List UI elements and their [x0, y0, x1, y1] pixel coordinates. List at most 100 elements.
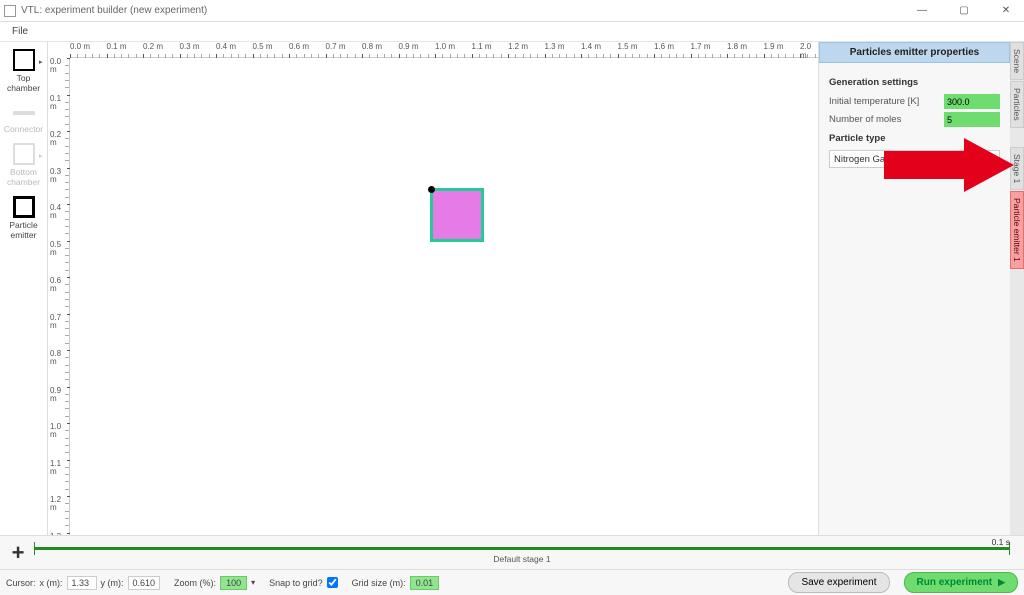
properties-panel: Particles emitter properties Generation … [818, 42, 1010, 535]
stage[interactable] [70, 58, 818, 535]
tool-particle-emitter[interactable]: Particleemitter [3, 193, 45, 246]
ruler-h-tick: 0.8 m [362, 42, 382, 51]
grid-size-value[interactable]: 0.01 [410, 576, 440, 590]
cursor-x-value: 1.33 [67, 576, 97, 590]
window-title: VTL: experiment builder (new experiment) [21, 5, 908, 16]
toolbox: ▸ Topchamber Connector ▸ Bottomchamber P… [0, 42, 48, 535]
app-icon [4, 5, 16, 17]
chevron-right-icon: ▸ [39, 152, 43, 160]
initial-temperature-label: Initial temperature [K] [829, 96, 944, 107]
tab-particle-emitter-1[interactable]: Particle emitter 1 [1010, 191, 1024, 269]
minimize-button[interactable]: — [908, 1, 936, 21]
ruler-h-tick: 1.0 m [435, 42, 455, 51]
ruler-v-tick: 0.2m [50, 131, 61, 147]
maximize-button[interactable]: ▢ [950, 1, 978, 21]
ruler-h-tick: 0.0 m [70, 42, 90, 51]
tab-stage-1[interactable]: Stage 1 [1010, 147, 1024, 190]
close-button[interactable]: ✕ [992, 1, 1020, 21]
particle-emitter-object[interactable] [430, 188, 484, 242]
menubar: File [0, 22, 1024, 42]
initial-temperature-input[interactable] [944, 94, 1000, 109]
tab-scene[interactable]: Scene [1010, 42, 1024, 80]
ruler-h-tick: 0.9 m [399, 42, 419, 51]
ruler-h-tick: 1.6 m [654, 42, 674, 51]
number-of-moles-input[interactable] [944, 112, 1000, 127]
ruler-h-tick: 0.2 m [143, 42, 163, 51]
ruler-h-tick: 1.9 m [764, 42, 784, 51]
ruler-h-tick: 0.6 m [289, 42, 309, 51]
chevron-right-icon: ▸ [39, 58, 43, 66]
timeline-stage-label: Default stage 1 [34, 554, 1010, 564]
ruler-v-tick: 1.2m [50, 496, 61, 512]
zoom-label: Zoom (%): [174, 578, 216, 588]
number-of-moles-label: Number of moles [829, 114, 944, 125]
connector-icon [13, 111, 35, 115]
ruler-h-tick: 1.2 m [508, 42, 528, 51]
ruler-h-tick: 0.4 m [216, 42, 236, 51]
ruler-h-tick: 0.1 m [107, 42, 127, 51]
properties-title: Particles emitter properties [819, 42, 1010, 63]
ruler-h-tick: 1.3 m [545, 42, 565, 51]
ruler-h-tick: 0.7 m [326, 42, 346, 51]
particle-emitter-icon [13, 196, 35, 218]
run-experiment-label: Run experiment [917, 577, 993, 588]
ruler-v-tick: 0.7m [50, 314, 61, 330]
bottom-chamber-icon [13, 143, 35, 165]
particle-type-value: Nitrogen Gas [834, 154, 890, 165]
grid-size-label: Grid size (m): [352, 578, 406, 588]
zoom-control: Zoom (%): 100 ▾ [174, 576, 255, 590]
ruler-h-tick: 1.4 m [581, 42, 601, 51]
ruler-v-tick: 1.1m [50, 460, 61, 476]
tab-particles[interactable]: Particles [1010, 81, 1024, 128]
ruler-v-tick: 0.3m [50, 168, 61, 184]
section-particle-type: Particle type [829, 133, 1000, 144]
ruler-h-tick: 0.3 m [180, 42, 200, 51]
side-tabs: Scene Particles Stage 1 Particle emitter… [1010, 42, 1024, 535]
cursor-label: Cursor: [6, 578, 36, 588]
menu-file[interactable]: File [4, 24, 36, 39]
timeline-time: 0.1 s [992, 537, 1010, 547]
timeline: + 0.1 s Default stage 1 [0, 535, 1024, 569]
tool-bottom-chamber[interactable]: ▸ Bottomchamber [3, 140, 45, 193]
window-titlebar: VTL: experiment builder (new experiment)… [0, 0, 1024, 22]
particle-type-select[interactable]: Nitrogen Gas [829, 150, 1000, 168]
top-chamber-icon [13, 49, 35, 71]
save-experiment-button[interactable]: Save experiment [788, 572, 889, 593]
section-generation-settings: Generation settings [829, 77, 1000, 88]
snap-label: Snap to grid? [269, 578, 323, 588]
ruler-h-tick: 1.5 m [618, 42, 638, 51]
ruler-v-tick: 0.6m [50, 277, 61, 293]
tool-label: Topchamber [3, 73, 45, 93]
ruler-v-tick: 0.8m [50, 350, 61, 366]
drag-handle[interactable] [428, 186, 435, 193]
statusbar: Cursor: x (m): 1.33 y (m): 0.610 Zoom (%… [0, 569, 1024, 595]
tool-connector[interactable]: Connector [3, 99, 45, 140]
window-controls: — ▢ ✕ [908, 1, 1020, 21]
ruler-v-tick: 0.1m [50, 95, 61, 111]
zoom-value[interactable]: 100 [220, 576, 247, 590]
ruler-vertical: 0.0m0.1m0.2m0.3m0.4m0.5m0.6m0.7m0.8m0.9m… [48, 58, 70, 535]
tool-label: Connector [3, 124, 45, 134]
cursor-readout: Cursor: x (m): 1.33 y (m): 0.610 [6, 576, 160, 590]
canvas[interactable]: 0.0 m 0.1 m 0.2 m 0.3 m 0.4 m 0.5 m 0.6 m 0.7 m… [48, 42, 818, 535]
main-area: ▸ Topchamber Connector ▸ Bottomchamber P… [0, 42, 1024, 535]
ruler-horizontal: 0.0 m 0.1 m 0.2 m 0.3 m 0.4 m 0.5 m 0.6 m 0.7 m… [70, 42, 818, 58]
ruler-h-tick: 0.5 m [253, 42, 273, 51]
ruler-v-tick: 0.9m [50, 387, 61, 403]
cursor-y-label: y (m): [101, 578, 124, 588]
timeline-track[interactable]: 0.1 s Default stage 1 [34, 539, 1010, 567]
ruler-h-tick: 1.1 m [472, 42, 492, 51]
cursor-y-value: 0.610 [128, 576, 161, 590]
cursor-x-label: x (m): [40, 578, 63, 588]
ruler-v-tick: 0.4m [50, 204, 61, 220]
zoom-chevron-icon[interactable]: ▾ [251, 578, 255, 587]
snap-to-grid-checkbox[interactable] [327, 577, 338, 588]
run-experiment-button[interactable]: Run experiment ▶ [904, 572, 1019, 593]
grid-size-control: Grid size (m): 0.01 [352, 576, 440, 590]
snap-to-grid-control: Snap to grid? [269, 577, 338, 588]
ruler-h-tick: 1.8 m [727, 42, 747, 51]
tool-top-chamber[interactable]: ▸ Topchamber [3, 46, 45, 99]
ruler-v-tick: 0.5m [50, 241, 61, 257]
add-stage-button[interactable]: + [8, 540, 28, 566]
ruler-v-tick: 1.0m [50, 423, 61, 439]
